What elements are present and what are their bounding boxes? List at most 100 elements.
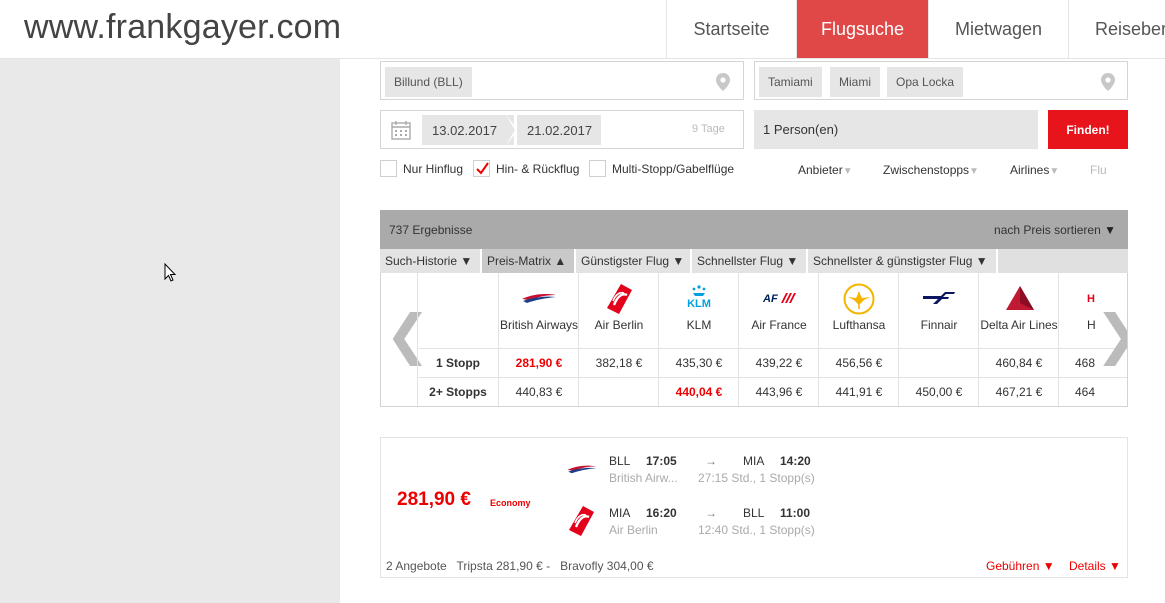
sidebar	[0, 59, 340, 603]
british-airways-logo-icon	[567, 465, 597, 474]
airline-logo	[819, 273, 899, 348]
mouse-cursor-icon	[164, 263, 177, 282]
sort-arrow-icon: ▼	[1104, 223, 1116, 237]
destination-chip-opa-locka[interactable]: Opa Locka	[887, 67, 964, 97]
tab-schnellster-guenstigster[interactable]: Schnellster & günstigster Flug ▼	[808, 249, 998, 273]
airline-name: Lufthansa	[832, 318, 886, 332]
filter-label: Airlines	[1010, 163, 1050, 177]
airline-name: Finnair	[920, 318, 958, 332]
sort-label: nach Preis sortieren	[994, 223, 1101, 237]
air-france-logo-icon: AF	[762, 293, 796, 305]
inbound-arrival: 11:00	[780, 506, 811, 520]
airline-name: Delta Air Lines	[980, 318, 1058, 332]
origin-chip[interactable]: Billund (BLL)	[385, 67, 472, 97]
flight-offer-card[interactable]: 281,90 € Economy BLL 17:05 → MIA 14:20 B…	[380, 437, 1128, 578]
header: www.frankgayer.com Startseite Flugsuche …	[0, 0, 1165, 59]
date-from[interactable]: 13.02.2017	[422, 115, 514, 145]
price-cell[interactable]: 439,22 €	[739, 348, 819, 377]
price-cell[interactable]: 382,18 €	[579, 348, 659, 377]
destination-chip-tamiami[interactable]: Tamiami	[759, 67, 822, 97]
inbound-to: BLL	[743, 506, 765, 520]
row-label-1-stop: 1 Stopp	[417, 348, 498, 377]
fees-link[interactable]: Gebühren ▼	[986, 559, 1055, 573]
tab-guenstigster-flug[interactable]: Günstigster Flug ▼	[576, 249, 692, 273]
price-cell[interactable]: 460,84 €	[979, 348, 1059, 377]
nav-startseite[interactable]: Startseite	[666, 0, 796, 58]
airline-column-air-berlin[interactable]: Air Berlin 382,18 €	[578, 273, 659, 406]
filter-anbieter[interactable]: Anbieter▼	[798, 163, 853, 177]
results-bar: 737 Ergebnisse nach Preis sortieren ▼	[380, 210, 1128, 249]
main-nav: Startseite Flugsuche Mietwagen Reiseberi	[666, 0, 1165, 58]
price-cell[interactable]: 450,00 €	[899, 377, 979, 406]
offer-price[interactable]: 281,90 €	[397, 489, 471, 511]
tab-preis-matrix[interactable]: Preis-Matrix ▲	[482, 249, 576, 273]
price-cell[interactable]: 281,90 €	[499, 348, 579, 377]
price-cell[interactable]: 435,30 €	[659, 348, 739, 377]
price-cell[interactable]	[899, 348, 979, 377]
destination-chip-miami[interactable]: Miami	[830, 67, 880, 97]
airline-logo: KLM	[659, 273, 739, 348]
results-count: 737 Ergebnisse	[389, 223, 473, 237]
filter-label: Zwischenstopps	[883, 163, 970, 177]
price-cell[interactable]: 441,91 €	[819, 377, 899, 406]
air-berlin-logo-icon	[607, 284, 632, 314]
results-tabs: Such-Historie ▼ Preis-Matrix ▲ Günstigst…	[380, 249, 1128, 273]
filter-airlines[interactable]: Airlines▼	[1010, 163, 1059, 177]
offer-providers[interactable]: 2 Angebote Tripsta 281,90 € - Bravofly 3…	[386, 559, 654, 573]
trip-type-multi-stop[interactable]: Multi-Stopp/Gabelflüge	[589, 160, 734, 177]
trip-type-one-way[interactable]: Nur Hinflug	[380, 160, 463, 177]
klm-logo-icon: KLM	[687, 285, 711, 309]
persons-select[interactable]: 1 Person(en)	[754, 110, 1038, 149]
airline-column-klm[interactable]: KLM KLM 435,30 € 440,04 €	[658, 273, 739, 406]
price-cell[interactable]: 440,04 €	[659, 377, 739, 406]
air-berlin-logo-icon	[569, 506, 594, 536]
airline-logo: AF	[739, 273, 819, 348]
checkbox-multi-stop[interactable]	[589, 160, 606, 177]
nav-reiseberichte[interactable]: Reiseberi	[1068, 0, 1165, 58]
nav-flugsuche[interactable]: Flugsuche	[796, 0, 928, 58]
delta-logo-icon	[1006, 286, 1034, 310]
airline-name: KLM	[686, 318, 712, 332]
details-link[interactable]: Details ▼	[1069, 559, 1121, 573]
trip-type-round-trip[interactable]: Hin- & Rückflug	[473, 160, 579, 177]
location-pin-icon	[716, 73, 730, 91]
airline-column-lufthansa[interactable]: Lufthansa 456,56 € 441,91 €	[818, 273, 899, 406]
airline-name: Air France	[751, 318, 807, 332]
svg-text:KLM: KLM	[687, 298, 711, 309]
tab-such-historie[interactable]: Such-Historie ▼	[380, 249, 482, 273]
matrix-next-arrow-icon[interactable]: ❯	[1095, 303, 1127, 366]
lufthansa-logo-icon	[843, 283, 875, 315]
tab-schnellster-flug[interactable]: Schnellster Flug ▼	[692, 249, 808, 273]
airline-column-delta[interactable]: Delta Air Lines 460,84 € 467,21 €	[978, 273, 1059, 406]
matrix-corner	[417, 273, 498, 348]
arrow-right-icon: →	[705, 506, 717, 520]
airline-logo	[979, 273, 1059, 348]
airline-column-british-airways[interactable]: British Airways 281,90 € 440,83 €	[498, 273, 579, 406]
site-title[interactable]: www.frankgayer.com	[24, 8, 341, 47]
sort-dropdown[interactable]: nach Preis sortieren ▼	[994, 223, 1116, 237]
nav-mietwagen[interactable]: Mietwagen	[928, 0, 1068, 58]
outbound-departure: 17:05	[646, 454, 677, 468]
price-cell[interactable]: 456,56 €	[819, 348, 899, 377]
outbound-from: BLL	[609, 454, 631, 468]
price-cell[interactable]: 440,83 €	[499, 377, 579, 406]
checkbox-round-trip[interactable]	[473, 160, 490, 177]
airline-column-finnair[interactable]: Finnair 450,00 €	[898, 273, 979, 406]
date-to[interactable]: 21.02.2017	[517, 115, 601, 145]
airline-logo	[499, 273, 579, 348]
airline-column-air-france[interactable]: AF Air France 439,22 € 443,96 €	[738, 273, 819, 406]
price-cell[interactable]: 443,96 €	[739, 377, 819, 406]
filter-zwischenstopps[interactable]: Zwischenstopps▼	[883, 163, 979, 177]
checkmark-icon	[476, 162, 489, 175]
destination-field[interactable]: Tamiami Miami Opa Locka	[754, 61, 1128, 100]
arrow-right-icon: →	[705, 454, 717, 468]
calendar-icon[interactable]	[391, 121, 411, 140]
price-cell[interactable]: 464	[1059, 377, 1127, 406]
price-cell[interactable]: 467,21 €	[979, 377, 1059, 406]
find-button[interactable]: Finden!	[1048, 110, 1128, 149]
checkbox-one-way[interactable]	[380, 160, 397, 177]
date-field[interactable]: 13.02.2017 21.02.2017 9 Tage	[380, 110, 744, 149]
filter-flugzeiten[interactable]: Flu	[1090, 163, 1107, 177]
origin-field[interactable]: Billund (BLL)	[380, 61, 744, 100]
price-cell[interactable]	[579, 377, 659, 406]
